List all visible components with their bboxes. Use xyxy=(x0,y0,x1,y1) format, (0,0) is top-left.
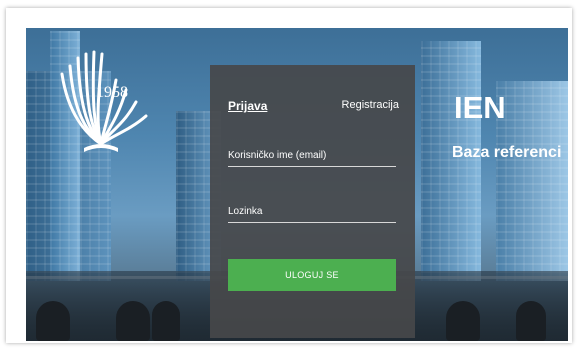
logo-year: 1958 xyxy=(96,84,128,101)
tab-login[interactable]: Prijava xyxy=(228,99,267,113)
brand-subtitle: Baza referenci xyxy=(452,144,562,161)
person-silhouette xyxy=(152,301,180,341)
person-silhouette xyxy=(36,301,70,341)
password-input[interactable] xyxy=(228,201,396,223)
brand-title: IEN xyxy=(454,90,506,125)
login-panel: Prijava Registracija ULOGUJ SE xyxy=(210,65,415,338)
page-frame: 1958 Prijava Registracija ULOGUJ SE IEN … xyxy=(6,8,572,343)
tab-register[interactable]: Registracija xyxy=(342,99,399,111)
person-silhouette xyxy=(516,301,546,341)
building xyxy=(496,81,568,281)
email-input[interactable] xyxy=(228,145,396,167)
login-button[interactable]: ULOGUJ SE xyxy=(228,259,396,291)
person-silhouette xyxy=(116,301,150,341)
person-silhouette xyxy=(446,301,480,341)
